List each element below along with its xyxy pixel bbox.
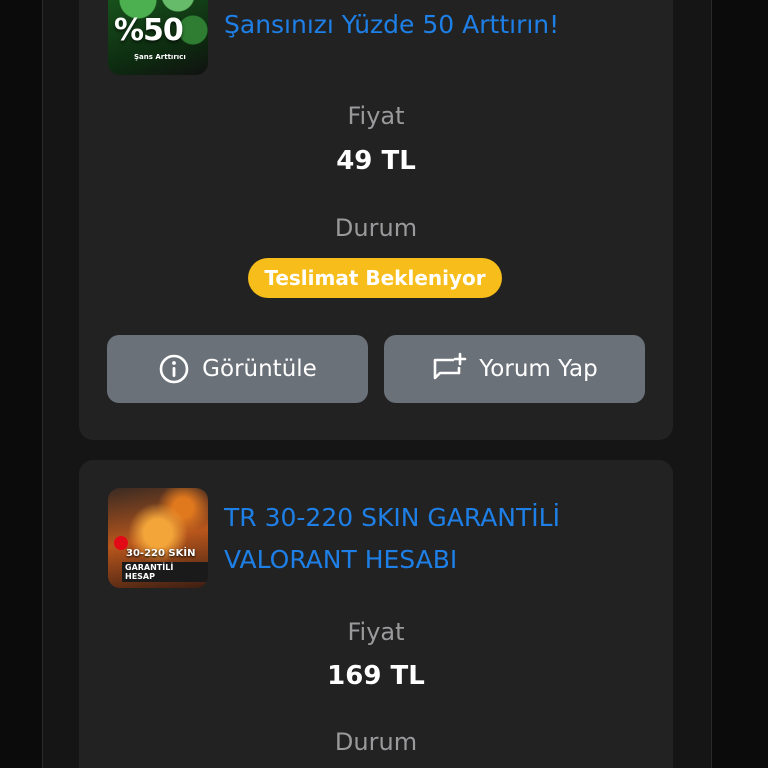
price-label: Fiyat (347, 618, 405, 646)
view-button[interactable]: Görüntüle (107, 335, 368, 403)
comment-button[interactable]: Yorum Yap (384, 335, 645, 403)
product-thumbnail[interactable]: %50 Şans Arttırıcı (108, 0, 208, 75)
info-icon (158, 353, 190, 385)
price-value: 169 TL (327, 661, 425, 691)
product-title[interactable]: Şansınızı Yüzde 50 Arttırın! (224, 4, 633, 46)
status-label: Durum (334, 728, 418, 756)
thumbnail-line-2: GARANTİLİ HESAP (122, 562, 208, 582)
thumbnail-big-text: %50 (114, 13, 184, 48)
thumbnail-line-1: 30-220 SKİN (126, 548, 196, 559)
order-card: 30-220 SKİN GARANTİLİ HESAP TR 30-220 SK… (79, 460, 673, 768)
orders-screen: %50 Şans Arttırıcı Şansınızı Yüzde 50 Ar… (0, 0, 768, 768)
product-title[interactable]: TR 30-220 SKIN GARANTİLİ VALORANT HESABI (224, 497, 633, 581)
status-badge: Teslimat Bekleniyor (248, 258, 502, 298)
add-comment-icon (431, 352, 467, 386)
thumbnail-small-text: Şans Arttırıcı (134, 53, 186, 61)
product-thumbnail[interactable]: 30-220 SKİN GARANTİLİ HESAP (108, 488, 208, 588)
comment-button-label: Yorum Yap (479, 356, 598, 382)
price-value: 49 TL (336, 146, 416, 176)
price-label: Fiyat (347, 102, 405, 130)
status-label: Durum (334, 214, 418, 242)
order-card: %50 Şans Arttırıcı Şansınızı Yüzde 50 Ar… (79, 0, 673, 440)
view-button-label: Görüntüle (202, 356, 317, 382)
